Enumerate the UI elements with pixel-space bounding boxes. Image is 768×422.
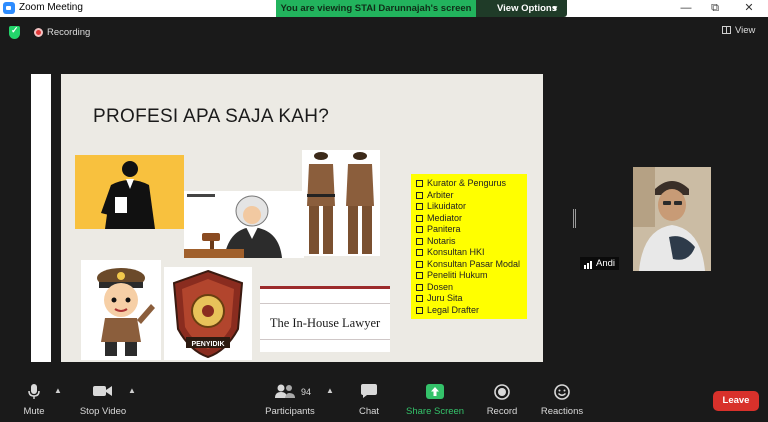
checkbox-icon xyxy=(416,272,423,279)
penyidik-badge-image: PENYIDIK xyxy=(164,267,252,360)
list-item-label: Konsultan Pasar Modal xyxy=(427,258,521,269)
signal-icon xyxy=(584,258,593,269)
list-item: Dosen xyxy=(416,282,527,294)
record-label: Record xyxy=(486,406,518,417)
checkbox-icon xyxy=(416,260,423,268)
slide-title: PROFESI APA SAJA KAH? xyxy=(93,106,330,127)
share-banner: You are viewing STAI Darunnajah's screen xyxy=(276,0,476,17)
stop-video-label: Stop Video xyxy=(79,406,127,417)
view-options-label: View Options xyxy=(497,3,558,14)
video-options-caret-icon[interactable]: ▲ xyxy=(128,386,136,395)
leave-button[interactable]: Leave xyxy=(713,391,759,411)
participants-count: 94 xyxy=(301,387,312,397)
participants-options-caret-icon[interactable]: ▲ xyxy=(326,386,334,395)
list-item-label: Kurator & Pengurus xyxy=(427,178,507,188)
reactions-label: Reactions xyxy=(540,406,584,417)
record-icon xyxy=(494,384,510,403)
checkbox-icon xyxy=(416,214,423,222)
mute-button[interactable]: Mute xyxy=(12,378,56,422)
list-item: Peneliti Hukum xyxy=(416,270,527,282)
card-rule-top xyxy=(260,303,390,304)
participants-label: Participants xyxy=(265,406,315,417)
list-item: Panitera xyxy=(416,224,527,236)
profession-list: Kurator & Pengurus Arbiter Likuidator Me… xyxy=(411,174,527,319)
record-button[interactable]: Record xyxy=(484,378,520,422)
video-camera-icon xyxy=(93,384,113,401)
checkbox-icon xyxy=(416,191,423,199)
window-title: Zoom Meeting xyxy=(19,2,83,13)
list-item: Notaris xyxy=(416,236,527,248)
lawyer-image xyxy=(75,155,184,229)
meeting-toolbar: Mute ▲ Stop Video ▲ Participants 94 ▲ Ch… xyxy=(0,378,768,422)
view-button[interactable]: View xyxy=(722,25,755,36)
card-rule-bottom xyxy=(260,339,390,340)
cartoon-police-image xyxy=(81,260,161,360)
checkbox-icon xyxy=(416,237,423,245)
judge-image xyxy=(184,191,304,258)
shield-icon[interactable] xyxy=(9,25,20,39)
list-item-label: Likuidator xyxy=(427,201,467,211)
panel-resize-handle[interactable] xyxy=(573,209,576,228)
inhouse-lawyer-text: The In-House Lawyer xyxy=(269,316,381,330)
list-item-label: Peneliti Hukum xyxy=(427,270,488,280)
chat-icon xyxy=(361,384,377,401)
grid-icon xyxy=(722,26,731,34)
mute-label: Mute xyxy=(23,406,45,417)
view-options-button[interactable]: View Options ▼ xyxy=(476,0,567,17)
view-label: View xyxy=(735,25,756,36)
list-item-label: Mediator xyxy=(427,212,463,223)
list-item: Kurator & Pengurus xyxy=(416,178,527,190)
maximize-button[interactable]: ⧉ xyxy=(700,0,730,17)
participants-button[interactable]: Participants xyxy=(264,378,316,422)
inhouse-lawyer-card: The In-House Lawyer xyxy=(260,286,390,352)
list-item: Konsultan Pasar Modal xyxy=(416,259,527,271)
stop-video-button[interactable]: Stop Video xyxy=(78,378,128,422)
checkbox-icon xyxy=(416,249,423,256)
participant-name-tag: Andi xyxy=(580,257,620,270)
list-item-label: Legal Drafter xyxy=(427,304,480,315)
list-item: Legal Drafter xyxy=(416,305,527,317)
participants-icon xyxy=(274,384,295,401)
police-uniform-image xyxy=(302,150,380,256)
chat-button[interactable]: Chat xyxy=(352,378,386,422)
list-item-label: Arbiter xyxy=(427,189,454,200)
chat-label: Chat xyxy=(358,406,380,417)
minimize-button[interactable]: — xyxy=(671,0,701,17)
share-screen-label: Share Screen xyxy=(406,406,465,417)
checkbox-icon xyxy=(416,295,423,302)
list-item-label: Panitera xyxy=(427,224,461,234)
list-item-label: Juru Sita xyxy=(427,293,463,303)
share-screen-icon xyxy=(426,384,444,402)
slide-side-bar xyxy=(31,74,51,362)
mute-options-caret-icon[interactable]: ▲ xyxy=(54,386,62,395)
participant-name: Andi xyxy=(596,258,616,269)
checkbox-icon xyxy=(416,283,423,291)
list-item: Likuidator xyxy=(416,201,527,213)
list-item: Juru Sita xyxy=(416,293,527,305)
shared-screen: PROFESI APA SAJA KAH? PENYIDIK The In-Ho… xyxy=(31,74,543,362)
list-item-label: Konsultan HKI xyxy=(427,247,485,257)
microphone-icon xyxy=(28,384,40,403)
checkbox-icon xyxy=(416,203,423,210)
emoji-icon xyxy=(554,384,570,403)
badge-text: PENYIDIK xyxy=(191,341,224,348)
recording-label: Recording xyxy=(47,27,91,38)
list-item: Arbiter xyxy=(416,190,527,202)
close-button[interactable]: ✕ xyxy=(734,0,764,17)
checkbox-icon xyxy=(416,306,423,314)
chevron-down-icon: ▼ xyxy=(551,4,559,13)
recording-icon xyxy=(34,28,43,37)
slide-side-stripe xyxy=(51,74,61,362)
list-item: Mediator xyxy=(416,213,527,225)
reactions-button[interactable]: Reactions xyxy=(540,378,584,422)
list-item-label: Notaris xyxy=(427,235,456,246)
zoom-window: Zoom Meeting — ⧉ ✕ You are viewing STAI … xyxy=(0,0,768,422)
list-item: Konsultan HKI xyxy=(416,247,527,259)
participant-video[interactable] xyxy=(633,167,711,271)
checkbox-icon xyxy=(416,226,423,233)
list-item-label: Dosen xyxy=(427,281,454,292)
zoom-app-icon xyxy=(3,2,15,14)
checkbox-icon xyxy=(416,180,423,187)
share-screen-button[interactable]: Share Screen xyxy=(406,378,464,422)
